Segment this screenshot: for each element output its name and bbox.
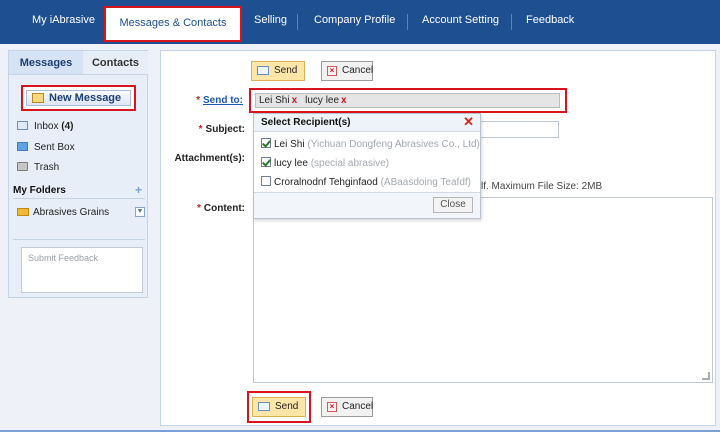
select-recipients-dropdown: Select Recipient(s) ✕ Lei Shi (Yichuan D… xyxy=(253,113,481,219)
send-button-highlight: Send xyxy=(247,391,311,423)
file-size-info: lf. Maximum File Size: 2MB xyxy=(481,181,603,192)
nav-messages-contacts-label: Messages & Contacts xyxy=(119,17,227,29)
compose-icon xyxy=(32,93,44,103)
nav-messages-contacts[interactable]: Messages & Contacts xyxy=(104,6,242,42)
cancel-icon: × xyxy=(327,402,337,412)
recipient-company: (ABaasdoing Teafdf) xyxy=(380,177,471,188)
tab-messages[interactable]: Messages xyxy=(9,51,83,75)
required-mark: * xyxy=(196,95,200,106)
recipient-chip-name: lucy lee xyxy=(305,95,340,106)
nav-separator xyxy=(407,14,408,30)
cancel-button-top[interactable]: × Cancel xyxy=(321,61,373,81)
nav-separator xyxy=(511,14,512,30)
new-message-button[interactable]: New Message xyxy=(26,90,131,106)
content-textarea[interactable] xyxy=(253,197,713,383)
inbox-label: Inbox xyxy=(34,121,59,132)
sidebar: Messages Contacts New Message Inbox (4) … xyxy=(8,50,148,298)
sidebar-item-trash[interactable]: Trash xyxy=(17,162,59,173)
sent-box-icon xyxy=(17,142,28,151)
envelope-icon xyxy=(257,66,269,75)
inbox-icon xyxy=(17,121,28,130)
send-button-bottom[interactable]: Send xyxy=(252,397,306,417)
folder-label: Abrasives Grains xyxy=(33,207,110,218)
nav-account-setting[interactable]: Account Setting xyxy=(422,14,499,26)
sent-box-label: Sent Box xyxy=(34,142,75,153)
compose-panel: Send × Cancel * Send to: Lei Shi x lucy lee… xyxy=(160,50,716,426)
cancel-label: Cancel xyxy=(342,401,374,412)
close-icon[interactable]: ✕ xyxy=(463,115,474,129)
folder-icon xyxy=(17,208,29,216)
folder-options-icon[interactable]: ▼ xyxy=(135,207,145,217)
new-message-label: New Message xyxy=(49,92,122,104)
required-mark: * xyxy=(198,124,203,135)
cancel-icon: × xyxy=(327,66,337,76)
add-folder-button[interactable]: + xyxy=(135,183,142,197)
divider xyxy=(13,198,145,199)
dropdown-header: Select Recipient(s) ✕ xyxy=(254,114,480,132)
send-to-highlight: Lei Shi x lucy lee x xyxy=(249,88,567,113)
required-mark: * xyxy=(196,203,201,214)
cancel-button-bottom[interactable]: × Cancel xyxy=(321,397,373,417)
remove-recipient-icon[interactable]: x xyxy=(292,95,298,106)
send-to-label: * Send to: xyxy=(196,95,243,106)
nav-my-iabrasive[interactable]: My iAbrasive xyxy=(32,14,95,26)
sidebar-item-sent-box[interactable]: Sent Box xyxy=(17,142,75,153)
envelope-icon xyxy=(258,402,270,411)
recipient-chip-name: Lei Shi xyxy=(259,95,290,106)
trash-icon xyxy=(17,162,28,171)
sidebar-folder-abrasives-grains[interactable]: Abrasives Grains xyxy=(17,207,109,218)
recipient-name: Croralnodnf Tehginfaod xyxy=(274,177,378,188)
subject-label-text: Subject: xyxy=(205,124,245,135)
nav-feedback[interactable]: Feedback xyxy=(526,14,574,26)
send-to-link[interactable]: Send to: xyxy=(203,95,243,106)
top-navigation: My iAbrasive Messages & Contacts Selling… xyxy=(0,0,720,44)
recipient-company: (special abrasive) xyxy=(310,158,390,169)
recipient-checkbox[interactable] xyxy=(261,157,271,167)
nav-selling[interactable]: Selling xyxy=(254,14,287,26)
recipient-option[interactable]: lucy lee (special abrasive) xyxy=(261,157,389,169)
recipient-checkbox[interactable] xyxy=(261,176,271,186)
close-button[interactable]: Close xyxy=(433,197,473,213)
nav-separator xyxy=(297,14,298,30)
attachment-label: Attachment(s): xyxy=(174,153,245,164)
recipient-name: lucy lee xyxy=(274,158,308,169)
send-button-top[interactable]: Send xyxy=(251,61,305,81)
divider xyxy=(13,239,145,240)
sidebar-item-inbox[interactable]: Inbox (4) xyxy=(17,121,73,132)
remove-recipient-icon[interactable]: x xyxy=(341,95,347,106)
recipient-option[interactable]: Croralnodnf Tehginfaod (ABaasdoing Teafd… xyxy=(261,176,471,188)
send-label: Send xyxy=(274,65,298,76)
subject-label: * Subject: xyxy=(199,124,245,135)
send-label: Send xyxy=(275,401,299,412)
nav-company-profile[interactable]: Company Profile xyxy=(314,14,395,26)
content-label-text: Content: xyxy=(203,203,245,214)
dropdown-footer: Close xyxy=(254,192,480,218)
content-label: * Content: xyxy=(197,203,245,214)
submit-feedback-box[interactable]: Submit Feedback xyxy=(21,247,143,293)
tab-contacts[interactable]: Contacts xyxy=(83,51,148,75)
recipient-option[interactable]: Lei Shi (Yichuan Dongfeng Abrasives Co.,… xyxy=(261,138,480,150)
dropdown-title: Select Recipient(s) xyxy=(261,117,351,128)
cancel-label: Cancel xyxy=(342,65,374,76)
recipient-name: Lei Shi xyxy=(274,139,305,150)
my-folders-heading: My Folders xyxy=(13,185,66,196)
inbox-count: (4) xyxy=(61,121,74,132)
recipient-company: (Yichuan Dongfeng Abrasives Co., Ltd) xyxy=(307,139,480,150)
submit-feedback-placeholder: Submit Feedback xyxy=(28,253,99,263)
trash-label: Trash xyxy=(34,162,60,173)
send-to-input[interactable]: Lei Shi x lucy lee x xyxy=(255,93,560,108)
page-body: Messages Contacts New Message Inbox (4) … xyxy=(0,44,720,432)
new-message-highlight: New Message xyxy=(21,85,136,111)
recipient-checkbox[interactable] xyxy=(261,138,271,148)
resize-handle-icon[interactable] xyxy=(702,372,710,380)
